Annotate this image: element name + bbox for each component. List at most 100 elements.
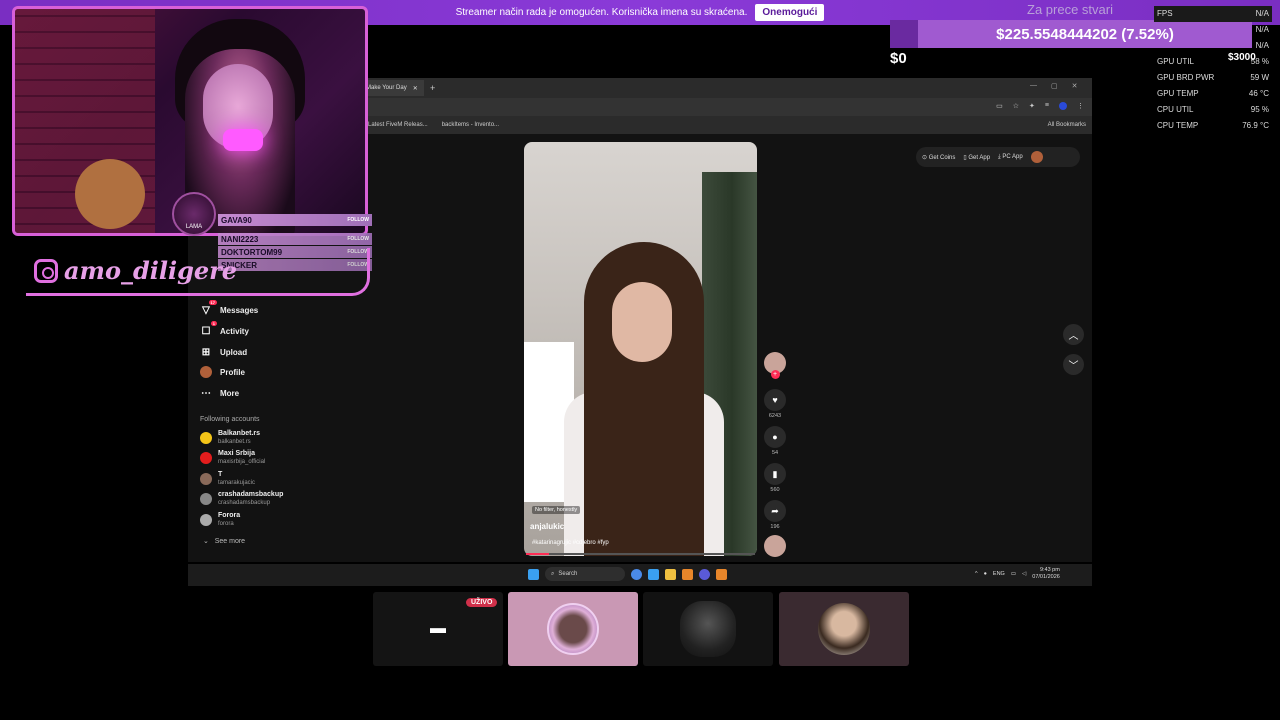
mic-icon[interactable]: ● bbox=[984, 571, 987, 577]
volume-icon[interactable]: ◁ bbox=[1022, 571, 1026, 577]
instagram-icon bbox=[34, 258, 58, 283]
more-icon: ⋯ bbox=[201, 387, 211, 399]
share-icon: ➦ bbox=[764, 500, 786, 522]
heart-icon: ♥ bbox=[764, 389, 786, 411]
stat-row: N/A bbox=[1255, 41, 1269, 50]
video-username[interactable]: anjalukic bbox=[530, 522, 564, 531]
bookmark-item[interactable]: backItems - Invento... bbox=[442, 122, 499, 128]
system-tray: ^ ● ENG ▭ ◁ 9:43 pm 07/01/2026 bbox=[975, 567, 1060, 581]
comment-button[interactable]: ● 54 bbox=[764, 426, 786, 456]
app-icon[interactable] bbox=[682, 568, 693, 580]
previous-video-button[interactable]: ︿ bbox=[1063, 324, 1084, 345]
bookmark-icon: ▮ bbox=[764, 463, 786, 485]
taskbar-search[interactable]: ⌕ Search bbox=[545, 567, 625, 581]
avatar bbox=[200, 452, 212, 464]
folder-icon[interactable] bbox=[665, 568, 676, 580]
profile-icon[interactable] bbox=[1059, 102, 1067, 110]
extensions-icon[interactable]: ✦ bbox=[1029, 102, 1035, 110]
clock[interactable]: 9:43 pm 07/01/2026 bbox=[1032, 567, 1060, 581]
goal-title: Za prece stvari bbox=[1027, 2, 1113, 17]
instagram-overlay: amo_diligere bbox=[26, 248, 370, 296]
instagram-handle: amo_diligere bbox=[64, 256, 238, 285]
participant-tile[interactable] bbox=[779, 592, 909, 666]
close-tab-icon[interactable]: ✕ bbox=[413, 85, 418, 92]
network-icon[interactable]: ▭ bbox=[1011, 571, 1016, 577]
channel-logo: LAMA bbox=[172, 192, 216, 236]
nav-more[interactable]: ⋯ More bbox=[200, 387, 239, 399]
new-tab-button[interactable]: + bbox=[430, 83, 435, 93]
menu-icon[interactable]: ⋮ bbox=[1077, 102, 1084, 110]
app-icon[interactable] bbox=[716, 568, 727, 580]
monitor-icon: ▬ bbox=[430, 620, 446, 637]
stat-row: GPU BRD PWR 59 W bbox=[1157, 73, 1269, 82]
nav-upload[interactable]: ⊞ Upload bbox=[200, 346, 247, 358]
disable-streamer-mode-button[interactable]: Onemogući bbox=[755, 4, 825, 21]
follower-alert: GAVA90 FOLLOW bbox=[218, 214, 372, 226]
creator-avatar[interactable]: + bbox=[764, 352, 786, 379]
app-icon[interactable] bbox=[648, 568, 659, 580]
follower-alert: NANI2223 FOLLOW bbox=[218, 233, 372, 245]
see-more-link[interactable]: ⌄ See more bbox=[203, 537, 245, 545]
stat-row: GPU TEMP 46 °C bbox=[1157, 89, 1269, 98]
avatar bbox=[200, 514, 212, 526]
following-accounts-title: Following accounts bbox=[200, 416, 260, 423]
sidebar-icon[interactable]: ≡ bbox=[1045, 102, 1049, 110]
minimize-icon[interactable]: — bbox=[1030, 82, 1037, 90]
goal-min: $0 bbox=[890, 50, 907, 67]
bookmark-item[interactable]: Latest FiveM Releas... bbox=[368, 122, 428, 128]
all-bookmarks-link[interactable]: All Bookmarks bbox=[1048, 122, 1086, 128]
avatar bbox=[200, 432, 212, 444]
close-window-icon[interactable]: ✕ bbox=[1072, 82, 1078, 90]
share-button[interactable]: ➦ 196 bbox=[764, 500, 786, 530]
like-button[interactable]: ♥ 6243 bbox=[764, 389, 786, 419]
participant-tile[interactable] bbox=[643, 592, 773, 666]
chevron-up-icon: ︿ bbox=[1068, 331, 1079, 342]
maximize-icon[interactable]: ▢ bbox=[1051, 82, 1058, 90]
top-actions: ⊙ Get Coins ▯ Get App ⤓ PC App bbox=[916, 147, 1080, 167]
avatar bbox=[818, 603, 870, 655]
participant-tile[interactable] bbox=[508, 592, 638, 666]
avatar bbox=[200, 473, 212, 485]
video-tag: No filter, honestly bbox=[532, 506, 581, 514]
tab-strip: Make Your Day ✕ + bbox=[360, 80, 1092, 96]
nav-activity[interactable]: ☐ 1 Activity bbox=[200, 321, 249, 337]
window-controls: — ▢ ✕ bbox=[1030, 82, 1078, 90]
avatar bbox=[547, 603, 599, 655]
discord-icon[interactable] bbox=[699, 568, 710, 580]
browser-tab[interactable]: Make Your Day ✕ bbox=[360, 80, 424, 96]
pc-app-button[interactable]: ⤓ PC App bbox=[998, 154, 1023, 161]
account-item[interactable]: Balkanbet.rs balkanbet.rs bbox=[200, 430, 260, 446]
performance-stats: FPS N/A N/A N/A GPU UTIL 58 % GPU BRD PWR 5… bbox=[1154, 6, 1272, 134]
stat-row: FPS N/A bbox=[1154, 6, 1272, 22]
account-item[interactable]: Maxi Srbija maxisrbija_official bbox=[200, 450, 265, 466]
stat-row: N/A bbox=[1255, 25, 1269, 34]
get-app-button[interactable]: ▯ Get App bbox=[963, 154, 990, 161]
account-item[interactable]: Forora forora bbox=[200, 512, 240, 528]
nav-messages[interactable]: ▽ 17 Messages bbox=[200, 300, 258, 316]
start-icon[interactable] bbox=[528, 568, 539, 580]
sound-avatar[interactable] bbox=[764, 535, 786, 557]
get-coins-button[interactable]: ⊙ Get Coins bbox=[922, 154, 955, 161]
activity-icon: ☐ 1 bbox=[201, 321, 217, 337]
video-progress-track[interactable] bbox=[526, 553, 755, 555]
stat-row: CPU TEMP 76.9 °C bbox=[1157, 121, 1269, 130]
follow-plus-icon[interactable]: + bbox=[770, 370, 780, 379]
video-progress-fill bbox=[526, 553, 549, 555]
bookmark-button[interactable]: ▮ 560 bbox=[764, 463, 786, 493]
star-icon[interactable]: ☆ bbox=[1013, 102, 1019, 110]
messages-icon: ▽ 17 bbox=[202, 300, 217, 316]
user-avatar[interactable] bbox=[1030, 151, 1043, 163]
stat-row: GPU UTIL 58 % bbox=[1157, 57, 1269, 66]
chrome-icon[interactable] bbox=[631, 568, 642, 580]
nav-profile[interactable]: Profile bbox=[200, 366, 245, 378]
video-player[interactable] bbox=[524, 142, 757, 556]
account-item[interactable]: Ttamarakujacic bbox=[200, 471, 255, 487]
language-indicator[interactable]: ENG bbox=[993, 571, 1005, 577]
video-caption: #katarinagrujic #cdjebro #fyp bbox=[532, 540, 609, 546]
chevron-up-icon[interactable]: ^ bbox=[975, 571, 978, 577]
account-item[interactable]: crashadamsbackup crashadamsbackup bbox=[200, 491, 283, 507]
cast-icon[interactable]: ▭ bbox=[996, 102, 1003, 110]
next-video-button[interactable]: ﹀ bbox=[1063, 354, 1084, 375]
bookmarks-bar: Latest FiveM Releas... backItems - Inven… bbox=[360, 118, 1092, 132]
avatar bbox=[764, 535, 786, 557]
